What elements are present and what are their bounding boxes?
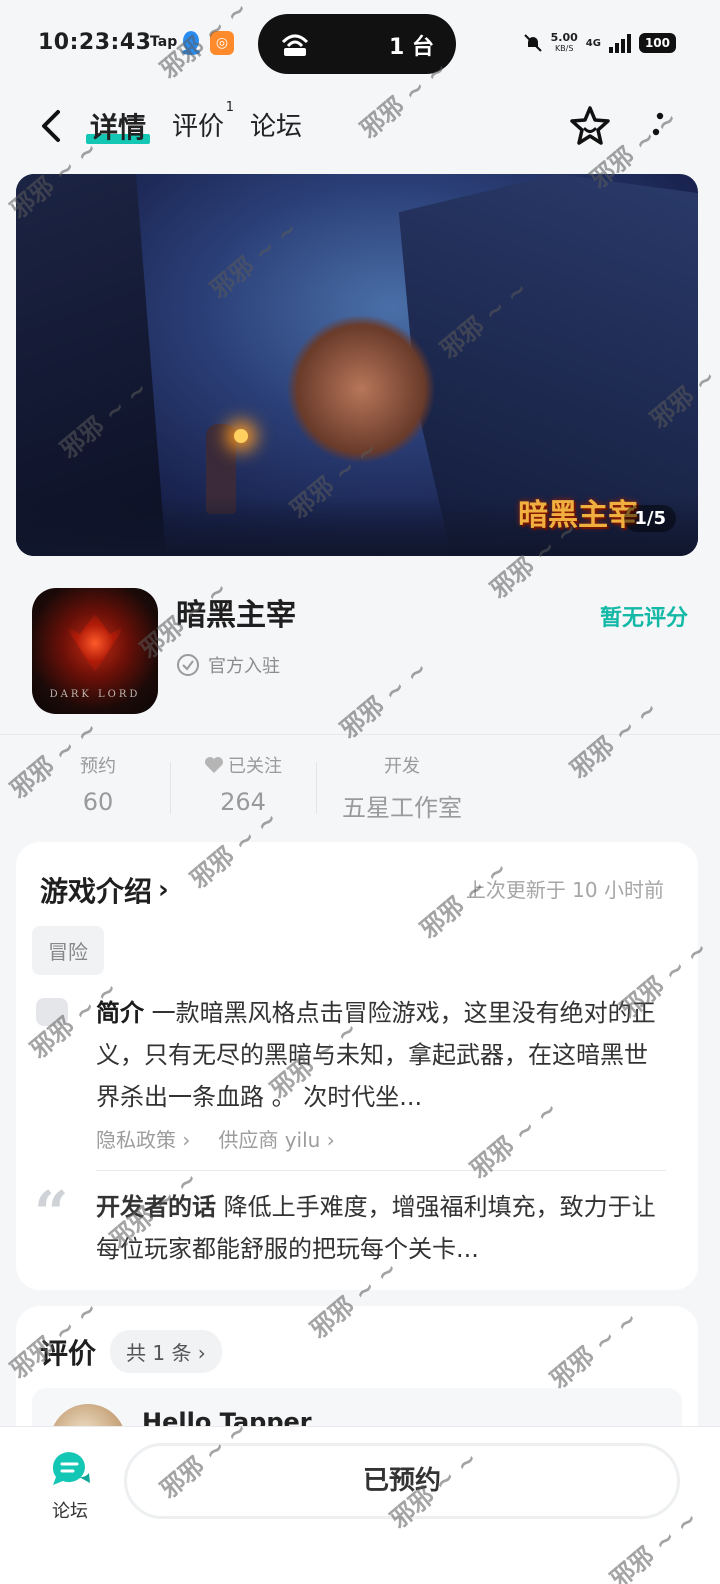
game-icon-label: DARK LORD [49,689,141,700]
screenshot-carousel[interactable]: 暗黑主宰 1/5 [16,174,698,556]
forum-chat-icon [52,1452,90,1485]
reserved-button[interactable]: 已预约 [124,1443,680,1519]
wifi-hotspot-icon [281,34,309,56]
policy-links: 隐私政策 › 供应商 yilu › [96,1124,335,1153]
stat-followers[interactable]: 已关注 264 [188,752,298,816]
privacy-policy-link[interactable]: 隐私政策 › [96,1124,190,1153]
status-time: 10:23:43 [38,30,152,55]
favorite-star-icon[interactable] [568,104,612,148]
top-nav: 详情 评价 1 论坛 [0,96,720,160]
stat-reservations: 预约 60 [80,756,116,816]
mute-bell-icon [523,34,542,52]
app-notification-icon: ◎ [210,31,234,55]
stat-developer[interactable]: 开发 五星工作室 [332,752,472,823]
reviews-count-chip[interactable]: 共 1 条 › [110,1330,222,1373]
back-arrow-icon[interactable] [38,108,64,144]
genre-tag[interactable]: 冒险 [32,926,104,975]
chevron-right-icon: › [158,875,169,905]
demon-emblem [65,614,125,672]
reviews-count-badge: 1 [225,100,235,115]
tab-details[interactable]: 详情 [85,106,151,146]
more-options-icon[interactable] [650,110,666,140]
status-bar: 10:23:43 Tap ◎ 1 台 5.00 KB/S 4G 100 [0,0,720,88]
tab-forum[interactable]: 论坛 [250,106,302,146]
section-divider [0,734,720,735]
forum-button[interactable]: 论坛 [40,1449,100,1523]
game-title: 暗黑主宰 [176,598,296,633]
game-intro-card: 游戏介绍 › 上次更新于 10 小时前 冒险 简介 一款暗黑风格点击冒险游戏，这里… [16,842,698,1290]
qq-icon [182,31,200,55]
tab-reviews[interactable]: 评价 1 [172,100,234,146]
net-speed: 5.00 KB/S [550,31,578,53]
heart-icon [205,757,223,773]
bottom-action-bar: 论坛 已预约 [0,1426,720,1584]
tab-bar: 详情 评价 1 论坛 [85,100,302,146]
developer-words[interactable]: 开发者的话 降低上手难度，增强福利填充，致力于让每位玩家都能舒服的把玩每个关卡.… [96,1186,668,1270]
game-summary[interactable]: 简介 一款暗黑风格点击冒险游戏，这里没有绝对的正义，只有无尽的黑暗与未知，拿起武… [96,992,668,1118]
monster-face [286,314,436,464]
system-indicators: 5.00 KB/S 4G 100 [523,30,676,56]
signal-icon [608,33,631,53]
rating-status: 暂无评分 [599,606,688,631]
intro-title[interactable]: 游戏介绍 › [40,870,169,910]
forum-label: 论坛 [52,1501,88,1522]
connected-devices-count: 1 台 [389,35,434,60]
official-badge: 官方入驻 [176,652,280,678]
game-icon[interactable]: DARK LORD [32,588,158,714]
game-logo-text: 暗黑主宰 [518,498,638,533]
official-badge-label: 官方入驻 [208,656,280,677]
verified-check-icon [177,654,199,676]
carousel-pager: 1/5 [624,505,676,532]
supplier-link[interactable]: 供应商 yilu › [218,1124,334,1153]
reviews-title: 评价 [40,1337,97,1370]
quote-icon: “ [34,1179,69,1249]
battery-indicator: 100 [638,33,676,53]
last-updated: 上次更新于 10 小时前 [465,878,664,902]
summary-icon [36,998,68,1026]
network-type: 4G [585,37,601,49]
torch-light [234,429,248,443]
taptap-status-icon: Tap [150,34,178,50]
dynamic-island[interactable]: 1 台 [258,14,456,74]
